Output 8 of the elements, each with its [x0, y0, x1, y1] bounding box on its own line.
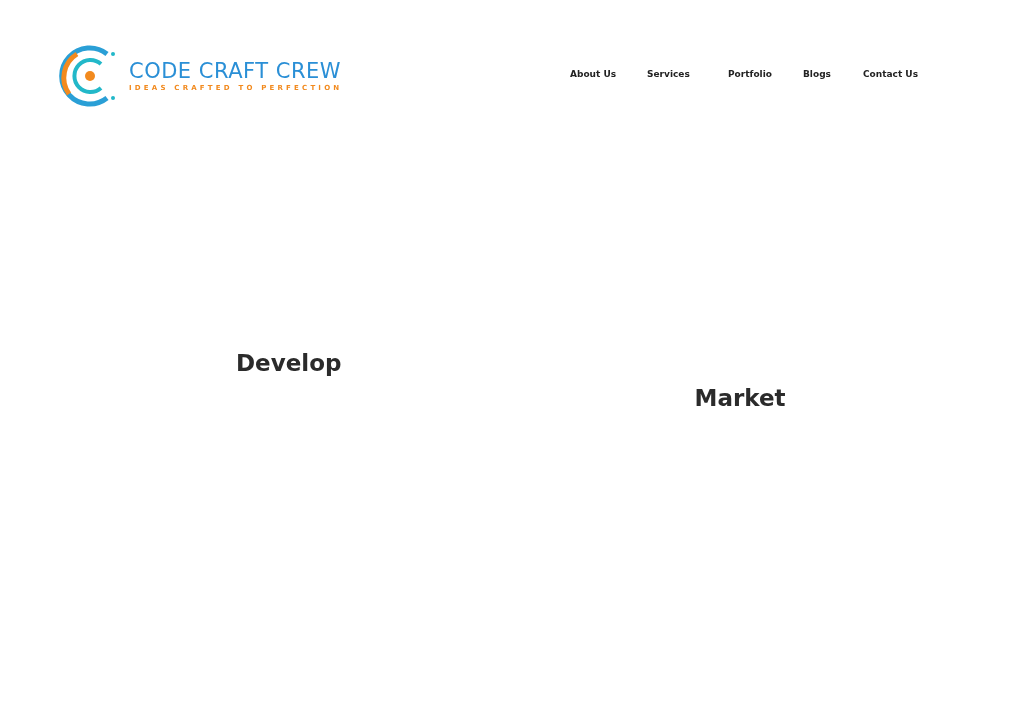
nav-link[interactable]: Contact Us [863, 68, 923, 82]
nav-link[interactable]: Services [647, 68, 728, 82]
section-heading: Develop [236, 349, 343, 378]
nav-link[interactable]: About Us [570, 68, 647, 82]
section-heading: Market [694, 384, 787, 413]
logo-name: CODE CRAFT CREW [129, 59, 343, 83]
nav-link[interactable]: Blogs [803, 68, 863, 82]
nav-link[interactable]: Portfolio [728, 68, 803, 82]
